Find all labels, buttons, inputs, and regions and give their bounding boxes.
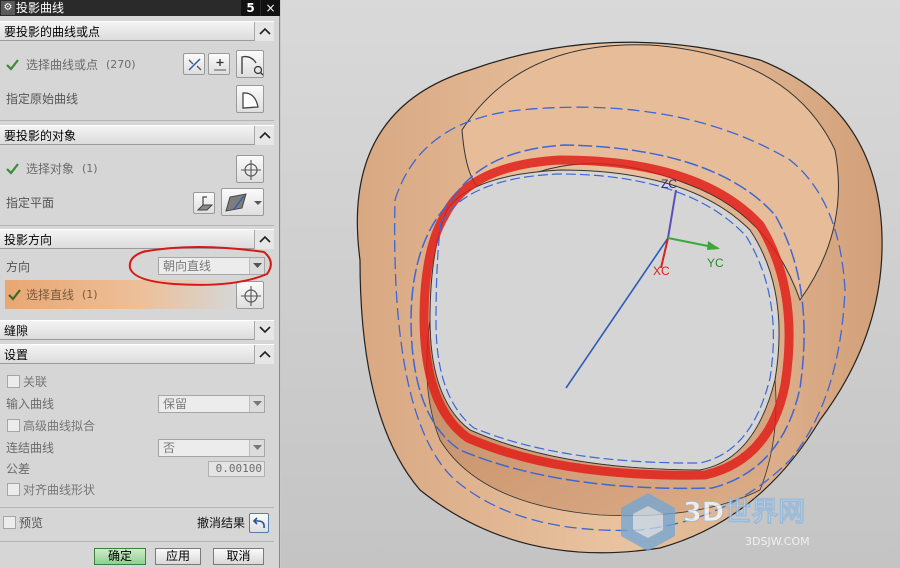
xc-label: XC bbox=[653, 264, 670, 278]
align-shape-label: 对齐曲线形状 bbox=[23, 483, 96, 497]
section-title-gaps: 缝隙 bbox=[4, 324, 29, 338]
input-curves-dropdown[interactable]: 保留 bbox=[158, 395, 265, 413]
preview-label: 预览 bbox=[19, 516, 44, 530]
advanced-fit-label: 高级曲线拟合 bbox=[23, 419, 96, 433]
section-divider bbox=[0, 120, 274, 121]
apply-button[interactable]: 应用 bbox=[155, 548, 201, 565]
align-shape-checkbox[interactable] bbox=[7, 483, 20, 496]
undo-result-label: 撤消结果 bbox=[197, 516, 246, 530]
point-dialog-icon[interactable] bbox=[208, 53, 230, 75]
cylinder-inner-opening bbox=[429, 169, 780, 471]
section-header-curves[interactable]: 要投影的曲线或点 bbox=[0, 21, 274, 41]
watermark: 3D世界网 3DSJW.COM bbox=[621, 493, 810, 551]
crosshair-icon[interactable] bbox=[236, 155, 264, 183]
section-divider bbox=[0, 507, 274, 508]
footer-divider bbox=[0, 541, 274, 542]
select-object-label: 选择对象 bbox=[26, 162, 75, 176]
select-curves-count: (270) bbox=[106, 58, 136, 71]
yc-label: YC bbox=[707, 256, 724, 270]
reset-button[interactable]: 5 bbox=[241, 0, 260, 16]
close-button[interactable]: × bbox=[261, 0, 280, 16]
input-curves-label: 输入曲线 bbox=[6, 397, 55, 411]
watermark-brand: 3D世界网 bbox=[683, 497, 805, 528]
original-curve-label: 指定原始曲线 bbox=[6, 92, 79, 106]
advanced-fit-checkbox[interactable] bbox=[7, 419, 20, 432]
projection-dialog: ⚙ 投影曲线 5 × 要投影的曲线或点 选择曲线或点 (270) 指定原始曲线 … bbox=[0, 0, 280, 568]
direction-label: 方向 bbox=[6, 260, 31, 274]
cylinder-model[interactable]: ZC XC YC 3D世界网 3DSJW.COM bbox=[281, 0, 900, 568]
cancel-button[interactable]: 取消 bbox=[213, 548, 264, 565]
tolerance-field[interactable]: 0.00100 bbox=[208, 461, 265, 477]
checkmark-icon bbox=[6, 59, 19, 71]
section-title-settings: 设置 bbox=[4, 348, 29, 362]
chevron-down-icon bbox=[249, 440, 264, 456]
section-title-direction: 投影方向 bbox=[4, 233, 53, 247]
select-curve-icon[interactable] bbox=[236, 50, 264, 78]
inferred-plane-dropdown[interactable] bbox=[221, 188, 264, 216]
chevron-down-icon[interactable] bbox=[254, 321, 274, 340]
curve-rule-icon[interactable] bbox=[183, 53, 205, 75]
associative-checkbox[interactable] bbox=[7, 375, 20, 388]
section-title-objects: 要投影的对象 bbox=[4, 129, 77, 143]
annotation-ellipse bbox=[128, 246, 272, 286]
select-line-label: 选择直线 bbox=[26, 288, 75, 302]
section-header-gaps[interactable]: 缝隙 bbox=[0, 320, 274, 340]
undo-icon[interactable] bbox=[249, 513, 269, 533]
chevron-up-icon[interactable] bbox=[254, 22, 274, 41]
graphics-viewport[interactable]: ZC XC YC 3D世界网 3DSJW.COM bbox=[281, 0, 900, 568]
tolerance-label: 公差 bbox=[6, 462, 31, 476]
section-header-settings[interactable]: 设置 bbox=[0, 344, 274, 364]
chevron-up-icon[interactable] bbox=[254, 345, 274, 364]
associative-label: 关联 bbox=[23, 375, 48, 389]
chevron-down-icon bbox=[249, 396, 264, 412]
select-object-count: (1) bbox=[82, 162, 98, 175]
original-curve-icon[interactable] bbox=[236, 85, 264, 113]
join-curves-label: 连结曲线 bbox=[6, 441, 55, 455]
input-curves-value: 保留 bbox=[163, 397, 188, 411]
checkmark-icon bbox=[8, 289, 21, 301]
ok-button[interactable]: 确定 bbox=[94, 548, 146, 565]
checkmark-icon bbox=[6, 163, 19, 175]
select-curves-label: 选择曲线或点 bbox=[26, 58, 99, 72]
dialog-title: 投影曲线 bbox=[16, 1, 65, 15]
chevron-up-icon[interactable] bbox=[254, 126, 274, 145]
section-header-objects[interactable]: 要投影的对象 bbox=[0, 125, 274, 145]
section-divider bbox=[0, 225, 274, 226]
specify-plane-label: 指定平面 bbox=[6, 196, 55, 210]
select-line-count: (1) bbox=[82, 288, 98, 301]
zc-label: ZC bbox=[661, 177, 677, 191]
section-title-curves: 要投影的曲线或点 bbox=[4, 25, 101, 39]
watermark-url: 3DSJW.COM bbox=[745, 535, 810, 548]
join-curves-dropdown[interactable]: 否 bbox=[158, 439, 265, 457]
plane-dialog-icon[interactable] bbox=[193, 192, 215, 214]
dialog-titlebar: ⚙ 投影曲线 5 × bbox=[0, 0, 280, 16]
join-curves-value: 否 bbox=[163, 441, 176, 455]
preview-checkbox[interactable] bbox=[3, 516, 16, 529]
gear-icon[interactable]: ⚙ bbox=[1, 1, 15, 15]
